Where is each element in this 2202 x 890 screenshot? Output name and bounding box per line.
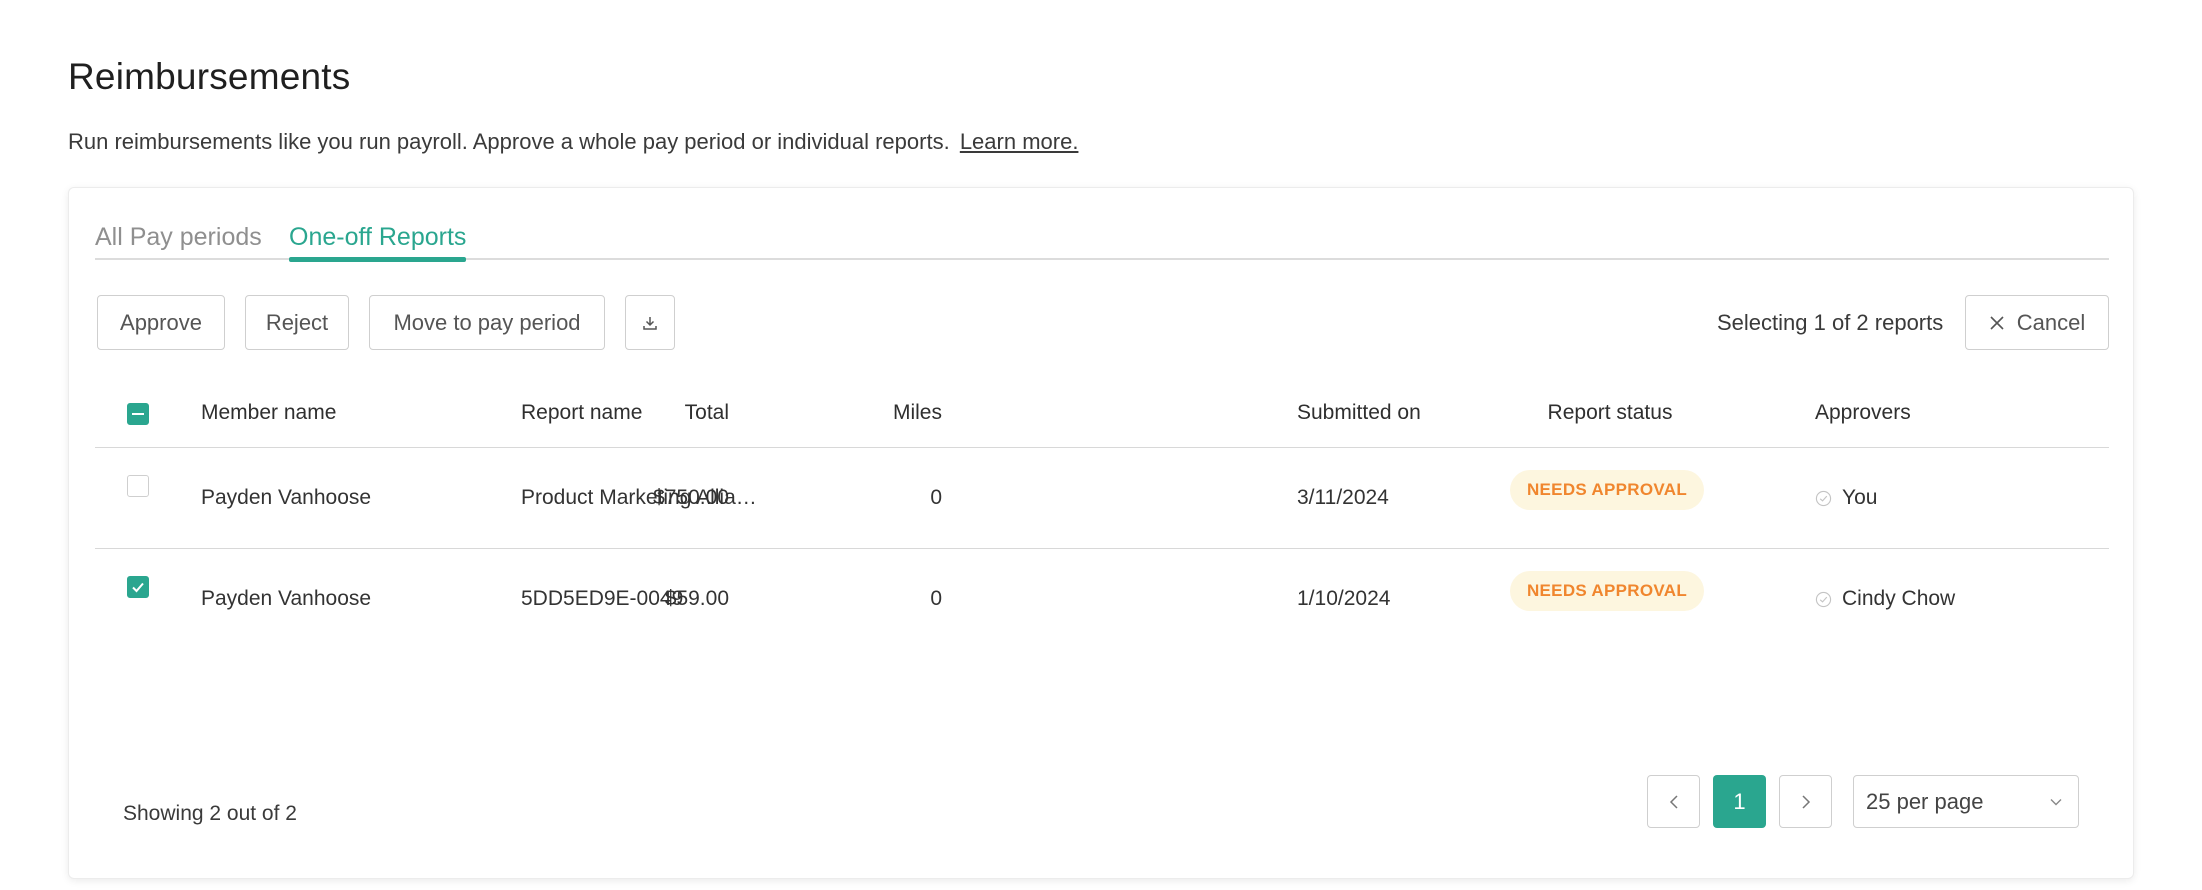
reject-button[interactable]: Reject (245, 295, 349, 350)
showing-count: Showing 2 out of 2 (123, 802, 297, 825)
table-header: Member name Report name Total Miles Subm… (95, 378, 2109, 448)
page-title: Reimbursements (68, 56, 351, 97)
active-tab-indicator (289, 257, 467, 262)
row-checkbox[interactable] (127, 576, 149, 598)
status-badge: NEEDS APPROVAL (1510, 571, 1704, 611)
close-icon (1990, 315, 2004, 330)
cancel-label: Cancel (2016, 309, 2086, 335)
reports-card: All Pay periods One-off Reports Approve … (68, 187, 2134, 879)
tab-all-pay-periods[interactable]: All Pay periods (95, 220, 262, 260)
download-button[interactable] (625, 295, 675, 350)
column-miles[interactable]: Miles (893, 401, 942, 425)
next-page-button[interactable] (1779, 775, 1832, 828)
member-name: Payden Vanhoose (201, 486, 372, 509)
approver: You (1815, 486, 1877, 510)
approver-name: Cindy Chow (1842, 587, 1956, 610)
column-approvers[interactable]: Approvers (1815, 401, 1911, 425)
chevron-left-icon (1669, 794, 1678, 809)
total: $750.00 (653, 486, 729, 509)
miles: 0 (930, 587, 942, 610)
per-page-select[interactable]: 25 per page (1853, 775, 2079, 828)
column-total[interactable]: Total (685, 401, 729, 425)
tab-bar: All Pay periods One-off Reports (95, 220, 2109, 262)
miles: 0 (930, 486, 942, 509)
table-row[interactable]: Payden Vanhoose 5DD5ED9E-0049 $59.00 0 1… (95, 549, 2109, 650)
column-member-name[interactable]: Member name (201, 401, 336, 425)
per-page-value: 25 per page (1866, 788, 1984, 814)
status-badge: NEEDS APPROVAL (1510, 470, 1704, 510)
approver: Cindy Chow (1815, 587, 1955, 611)
selection-count: Selecting 1 of 2 reports (1717, 310, 1944, 335)
select-all-checkbox[interactable] (127, 403, 149, 425)
previous-page-button[interactable] (1647, 775, 1700, 828)
row-checkbox[interactable] (127, 475, 149, 497)
chevron-right-icon (1801, 794, 1810, 809)
column-report-name[interactable]: Report name (521, 401, 642, 425)
tab-one-off-reports[interactable]: One-off Reports (289, 220, 467, 262)
download-icon (643, 316, 657, 330)
column-submitted-on[interactable]: Submitted on (1297, 401, 1421, 425)
approve-button[interactable]: Approve (97, 295, 225, 350)
submitted-on: 3/11/2024 (1297, 486, 1389, 509)
move-to-pay-period-button[interactable]: Move to pay period (369, 295, 605, 350)
total: $59.00 (664, 587, 729, 610)
member-name: Payden Vanhoose (201, 587, 372, 610)
column-report-status[interactable]: Report status (1510, 401, 1710, 425)
report-name[interactable]: 5DD5ED9E-0049 (521, 587, 683, 611)
description-text: Run reimbursements like you run payroll.… (68, 129, 950, 154)
tab-one-off-reports-label: One-off Reports (289, 223, 467, 251)
learn-more-link[interactable]: Learn more. (960, 129, 1079, 154)
chevron-down-icon (2050, 799, 2062, 806)
check-circle-icon (1815, 591, 1832, 607)
table-row[interactable]: Payden Vanhoose Product Marketing Allia…… (95, 448, 2109, 549)
checkmark-icon (132, 582, 144, 593)
cancel-button[interactable]: Cancel (1965, 295, 2109, 350)
page-1-button[interactable]: 1 (1713, 775, 1766, 828)
approver-name: You (1842, 486, 1878, 509)
page-description: Run reimbursements like you run payroll.… (68, 129, 1078, 155)
check-circle-icon (1815, 490, 1832, 506)
submitted-on: 1/10/2024 (1297, 587, 1391, 610)
